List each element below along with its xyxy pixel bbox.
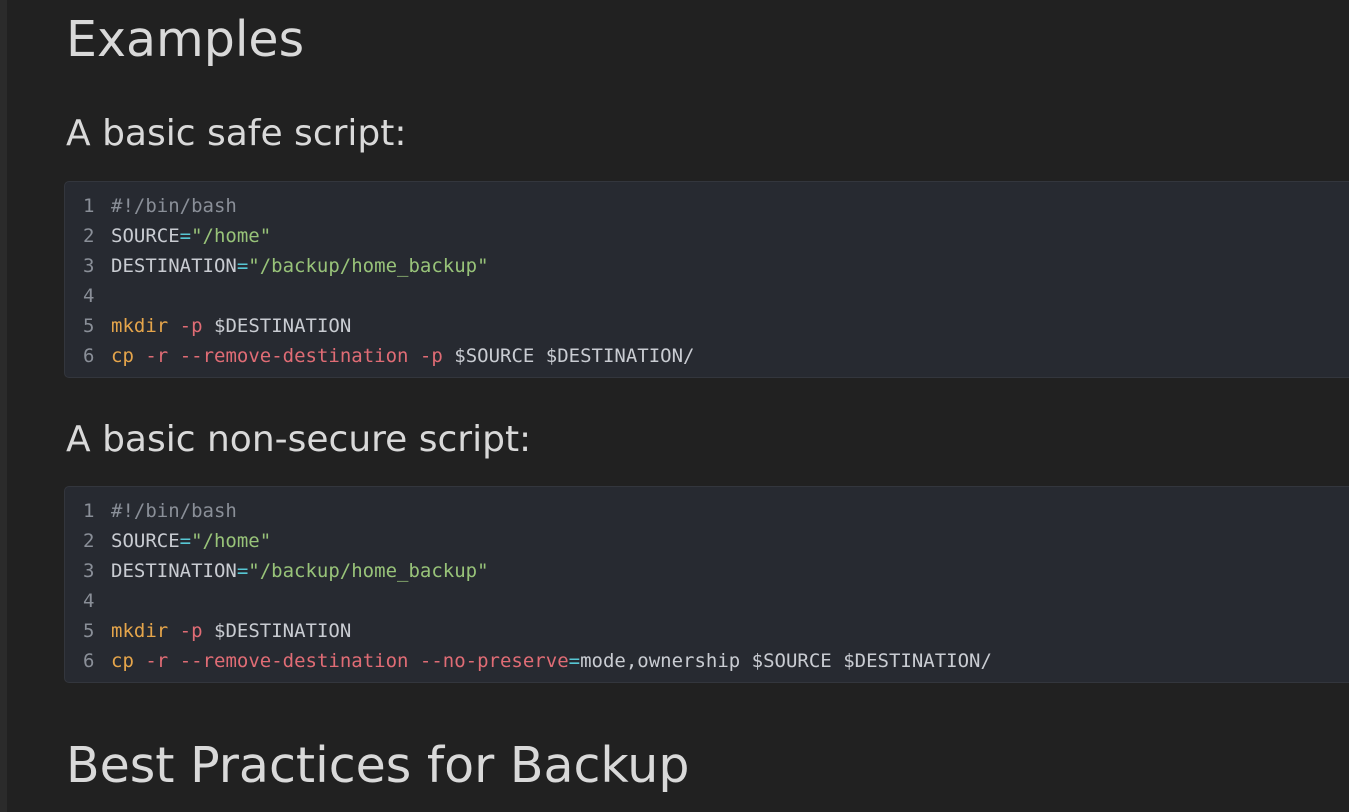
code-command: cp <box>111 650 134 672</box>
code-operator: = <box>179 530 192 552</box>
code-argument: $DESTINATION <box>214 620 352 642</box>
code-variable: SOURCE <box>111 225 180 247</box>
code-argument: mode,ownership $SOURCE $DESTINATION/ <box>580 650 992 672</box>
code-line: 5 mkdir -p $DESTINATION <box>83 311 1349 341</box>
heading-examples: Examples <box>66 11 305 68</box>
code-flag: -p <box>179 620 203 642</box>
code-flag: -r <box>145 345 169 367</box>
left-rail <box>0 0 7 812</box>
code-line: 4 <box>83 586 1349 616</box>
line-number: 3 <box>83 560 95 582</box>
code-flag: --remove-destination <box>179 650 409 672</box>
line-number: 4 <box>83 590 95 612</box>
code-block-nonsecure[interactable]: 1 #!/bin/bash 2 SOURCE="/home" 3 DESTINATIO… <box>64 486 1349 683</box>
line-number: 5 <box>83 620 95 642</box>
code-line: 6 cp -r --remove-destination -p $SOURCE $… <box>83 341 1349 371</box>
line-number: 4 <box>83 285 95 307</box>
code-line: 4 <box>83 281 1349 311</box>
code-comment: #!/bin/bash <box>111 195 237 217</box>
code-variable: DESTINATION <box>111 560 237 582</box>
code-line: 3 DESTINATION="/backup/home_backup" <box>83 556 1349 586</box>
code-string: "/home" <box>191 225 272 247</box>
code-operator: = <box>236 255 249 277</box>
code-argument: $DESTINATION <box>214 315 352 337</box>
code-string: "/backup/home_backup" <box>248 255 489 277</box>
code-flag: --remove-destination <box>179 345 409 367</box>
code-flag: -r <box>145 650 169 672</box>
code-command: mkdir <box>111 315 169 337</box>
code-line: 2 SOURCE="/home" <box>83 526 1349 556</box>
code-command: cp <box>111 345 134 367</box>
heading-best-practices: Best Practices for Backup <box>66 737 690 794</box>
line-number: 2 <box>83 530 95 552</box>
code-line: 6 cp -r --remove-destination --no-preserv… <box>83 646 1349 676</box>
code-flag: -p <box>179 315 203 337</box>
code-variable: SOURCE <box>111 530 180 552</box>
code-comment: #!/bin/bash <box>111 500 237 522</box>
line-number: 6 <box>83 345 95 367</box>
code-operator: = <box>236 560 249 582</box>
heading-nonsecure-script: A basic non-secure script: <box>66 419 532 460</box>
line-number: 6 <box>83 650 95 672</box>
line-number: 3 <box>83 255 95 277</box>
code-variable: DESTINATION <box>111 255 237 277</box>
line-number: 1 <box>83 195 95 217</box>
code-string: "/backup/home_backup" <box>248 560 489 582</box>
code-string: "/home" <box>191 530 272 552</box>
code-line: 2 SOURCE="/home" <box>83 221 1349 251</box>
code-block-safe[interactable]: 1 #!/bin/bash 2 SOURCE="/home" 3 DESTINATIO… <box>64 181 1349 378</box>
code-operator: = <box>568 650 581 672</box>
code-line: 3 DESTINATION="/backup/home_backup" <box>83 251 1349 281</box>
heading-safe-script: A basic safe script: <box>66 113 407 154</box>
line-number: 1 <box>83 500 95 522</box>
code-line: 1 #!/bin/bash <box>83 496 1349 526</box>
line-number: 2 <box>83 225 95 247</box>
line-number: 5 <box>83 315 95 337</box>
code-line: 1 #!/bin/bash <box>83 191 1349 221</box>
code-command: mkdir <box>111 620 169 642</box>
code-line: 5 mkdir -p $DESTINATION <box>83 616 1349 646</box>
code-flag: -p <box>419 345 443 367</box>
code-operator: = <box>179 225 192 247</box>
code-flag: --no-preserve <box>419 650 569 672</box>
code-argument: $SOURCE $DESTINATION/ <box>454 345 695 367</box>
